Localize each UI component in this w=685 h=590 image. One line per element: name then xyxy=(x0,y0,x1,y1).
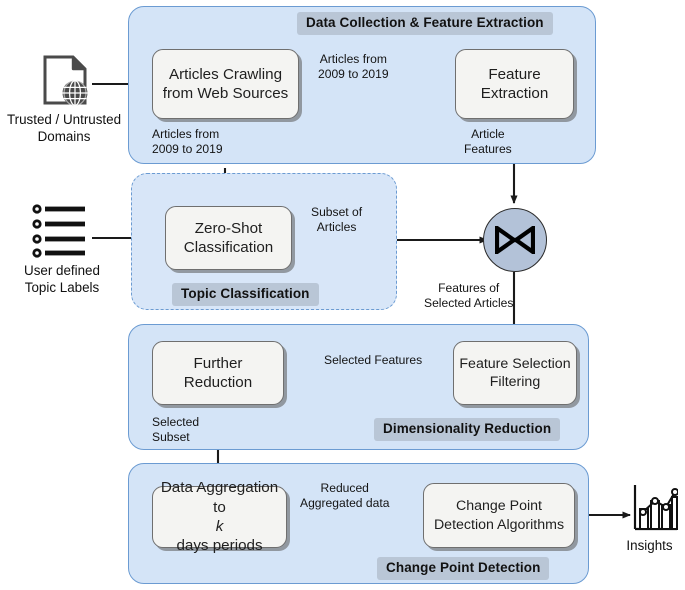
node-feature-selection-line2: Filtering xyxy=(489,374,541,390)
edge-label-zeroshot-to-join: Subset of Articles xyxy=(311,205,362,235)
agg-pre: to xyxy=(213,498,226,516)
join-operator-node[interactable] xyxy=(483,208,547,272)
node-zero-shot-classification[interactable]: Zero-Shot Classification xyxy=(165,206,292,270)
node-zero-shot-line2: Classification xyxy=(183,239,274,256)
agg-post: days periods xyxy=(176,537,263,555)
panel-label-data-collection: Data Collection & Feature Extraction xyxy=(297,12,553,35)
node-further-reduction-line1: Further xyxy=(193,354,243,372)
edge-label-line2: 2009 to 2019 xyxy=(318,66,389,81)
edge-label-aggregation-to-cpd: Reduced Aggregated data xyxy=(300,481,389,511)
caption-user-defined-topic-labels: User defined Topic Labels xyxy=(0,263,124,297)
node-articles-crawling-line2: from Web Sources xyxy=(162,85,289,102)
node-feature-extraction[interactable]: Feature Extraction xyxy=(455,49,574,119)
node-further-reduction-line2: Reduction xyxy=(183,374,253,391)
edge-label-line1: Article xyxy=(471,127,505,141)
edge-label-crawl-to-zeroshot: Articles from 2009 to 2019 xyxy=(152,127,223,157)
labels-caption-line1: User defined xyxy=(24,263,100,278)
caption-trusted-untrusted-domains: Trusted / Untrusted Domains xyxy=(0,112,128,146)
node-data-aggregation-line2: to k days periods xyxy=(161,498,278,556)
domains-caption-line1: Trusted / Untrusted xyxy=(6,112,122,127)
node-feature-extraction-line1: Feature xyxy=(488,65,541,83)
node-change-point-line1: Change Point xyxy=(456,498,542,515)
panel-label-dimensionality-reduction: Dimensionality Reduction xyxy=(374,418,561,441)
edge-label-line1: Selected xyxy=(152,415,200,429)
edge-label-line1: Features of xyxy=(438,281,500,295)
node-change-point-detection-algorithms[interactable]: Change Point Detection Algorithms xyxy=(423,483,575,548)
node-articles-crawling[interactable]: Articles Crawling from Web Sources xyxy=(152,49,299,119)
bullet-list-icon xyxy=(31,204,93,263)
edge-label-line2: Selected Articles xyxy=(424,295,514,310)
edge-label-line2: 2009 to 2019 xyxy=(152,141,223,156)
node-feature-selection-line1: Feature Selection xyxy=(459,355,571,372)
edge-label-line2: Aggregated data xyxy=(300,495,390,510)
node-feature-selection-filtering[interactable]: Feature Selection Filtering xyxy=(453,341,577,405)
node-further-reduction[interactable]: Further Reduction xyxy=(152,341,284,405)
edge-label-join-to-featsel: Features of Selected Articles xyxy=(424,281,513,311)
edge-label-further-to-aggregation: Selected Subset xyxy=(152,415,199,445)
edge-label-line2: Features xyxy=(464,141,512,156)
edge-label-line1: Reduced xyxy=(320,481,369,495)
insights-caption: Insights xyxy=(626,538,673,553)
node-data-aggregation-line1: Data Aggregation xyxy=(160,479,279,497)
edge-label-line2: Subset xyxy=(152,429,190,444)
bar-line-chart-icon xyxy=(632,484,679,541)
document-globe-icon xyxy=(37,55,95,113)
panel-label-topic-classification: Topic Classification xyxy=(172,283,319,306)
edge-label-crawl-to-extract: Articles from 2009 to 2019 xyxy=(318,52,389,82)
edge-label-extract-to-join: Article Features xyxy=(464,127,512,157)
edge-label-line1: Subset of xyxy=(311,205,363,219)
node-feature-extraction-line2: Extraction xyxy=(480,85,549,102)
panel-label-change-point-detection: Change Point Detection xyxy=(377,557,550,580)
node-change-point-line2: Detection Algorithms xyxy=(433,516,565,533)
edge-label-line2: Articles xyxy=(316,219,357,234)
labels-caption-line2: Topic Labels xyxy=(24,279,100,295)
join-bowtie-icon xyxy=(495,226,535,254)
domains-caption-line2: Domains xyxy=(37,128,91,144)
node-articles-crawling-line1: Articles Crawling xyxy=(168,65,283,83)
edge-label-line1: Articles from xyxy=(152,127,220,141)
edge-label-line1: Selected Features xyxy=(324,353,423,367)
agg-k: k xyxy=(215,518,224,535)
caption-insights: Insights xyxy=(614,538,685,555)
node-data-aggregation[interactable]: Data Aggregation to k days periods xyxy=(152,479,287,554)
node-zero-shot-line1: Zero-Shot xyxy=(194,219,263,237)
edge-label-featsel-to-further: Selected Features xyxy=(324,353,422,368)
edge-label-line1: Articles from xyxy=(319,52,387,66)
